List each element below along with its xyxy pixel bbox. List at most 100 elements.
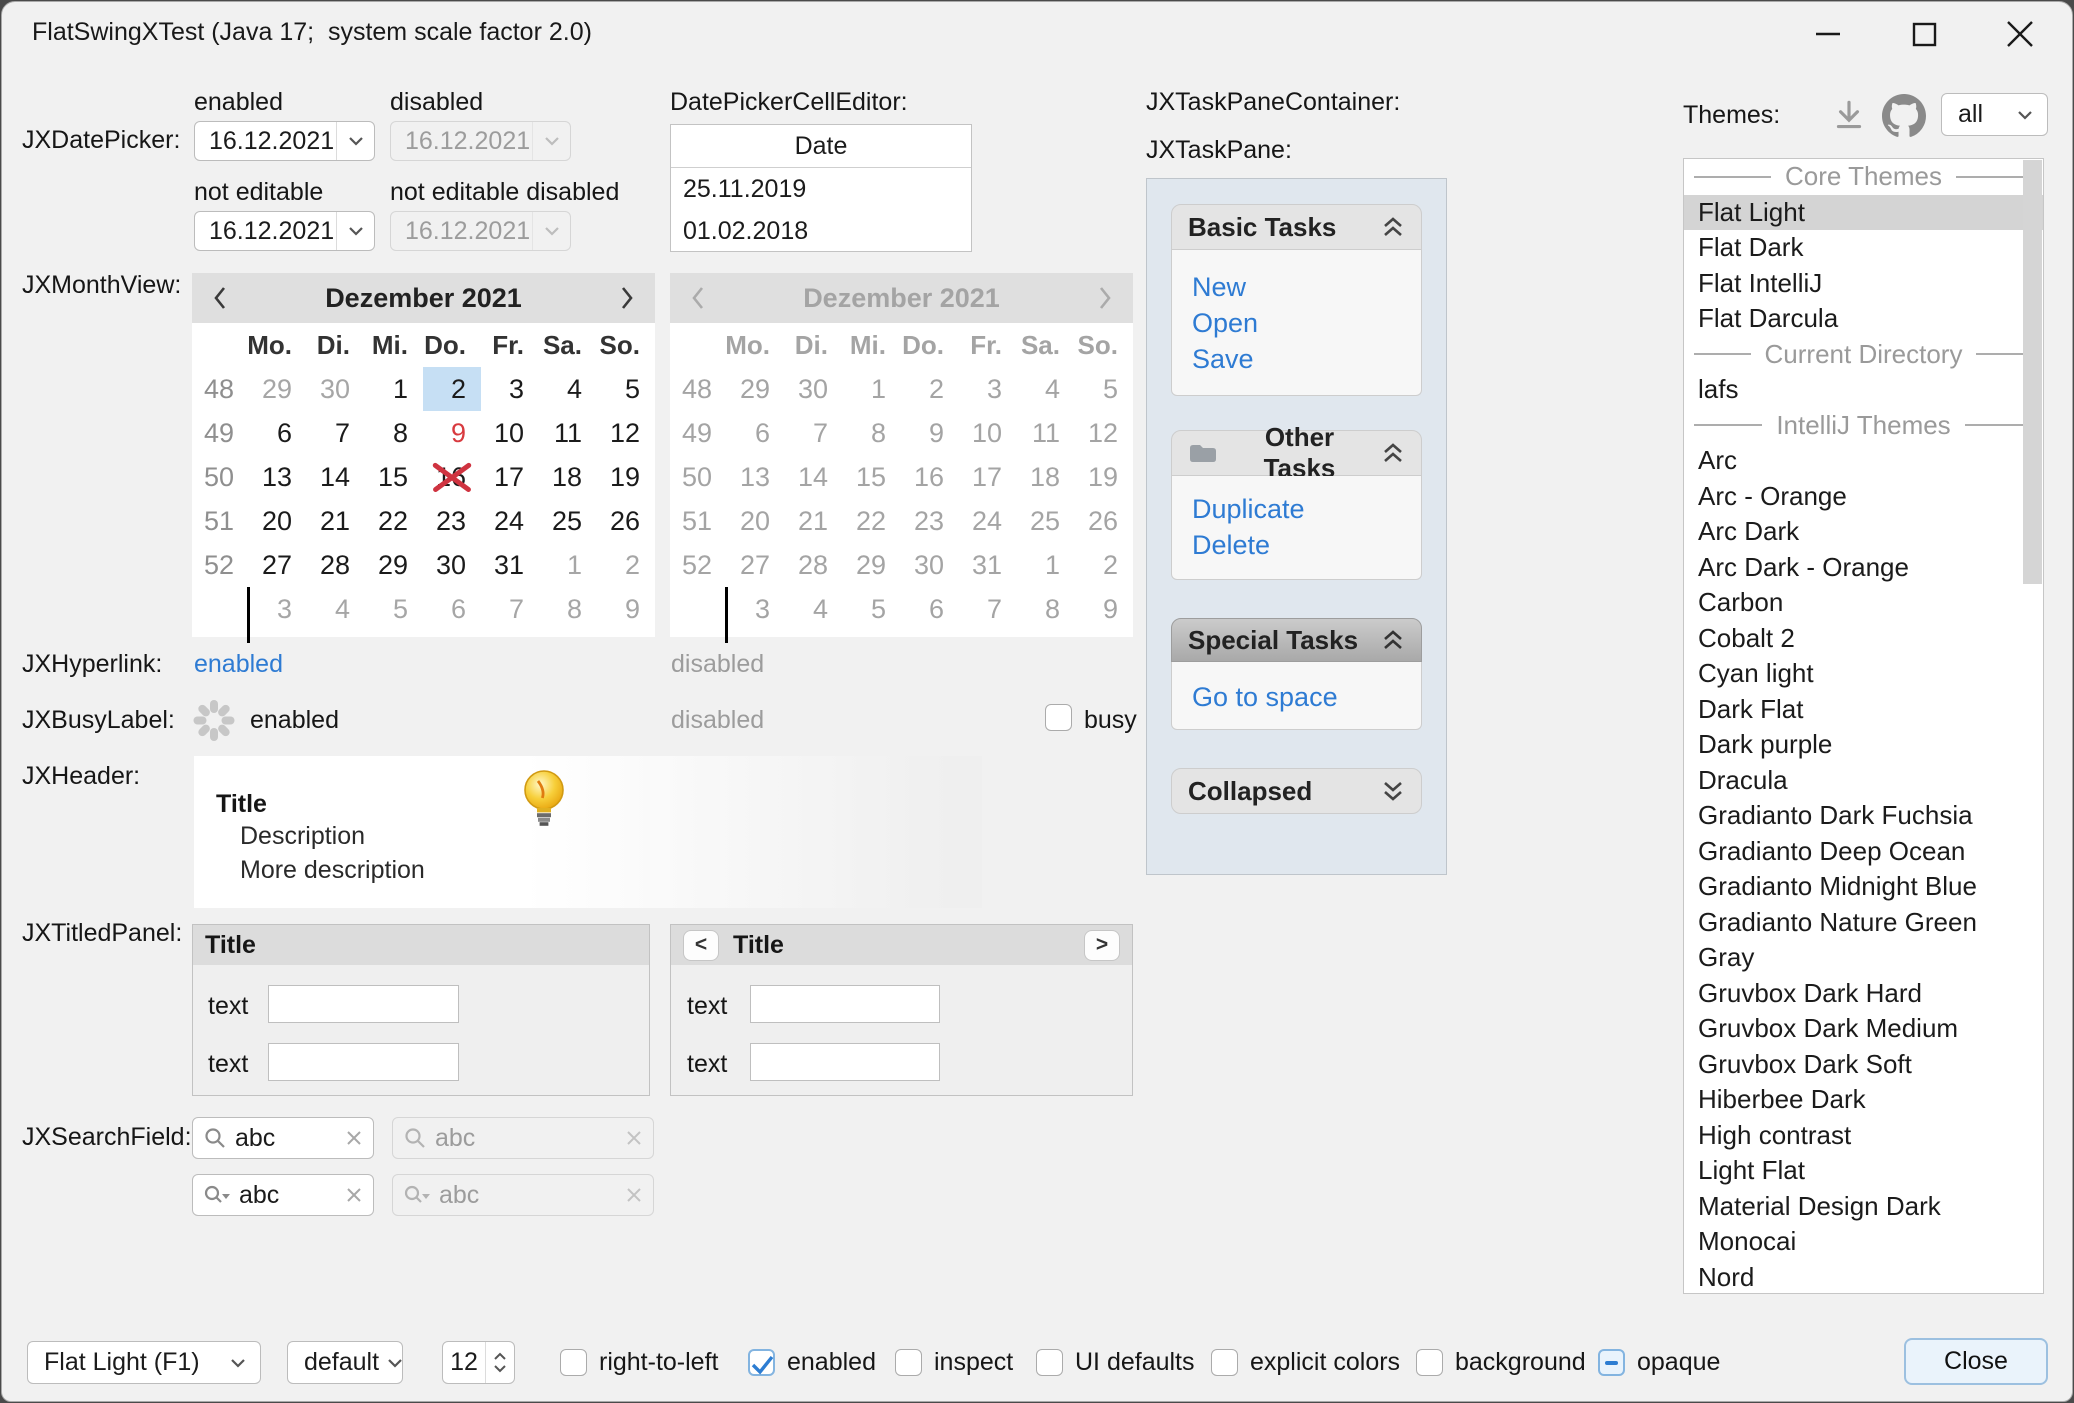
theme-list-item[interactable]: High contrast <box>1684 1118 2043 1154</box>
monthview-day-cell[interactable]: 1 <box>539 543 597 587</box>
monthview-day-cell[interactable]: 31 <box>481 543 539 587</box>
monthview-day-cell[interactable]: 2 <box>597 543 655 587</box>
theme-list-item[interactable]: Dracula <box>1684 763 2043 799</box>
taskpane-action[interactable]: New <box>1192 269 1421 305</box>
theme-list-item[interactable]: IntelliJ Themes <box>1684 408 2043 444</box>
download-themes-icon[interactable] <box>1830 97 1868 135</box>
monthview-day-cell[interactable]: 52 <box>192 543 249 587</box>
datepicker-dropdown-button[interactable] <box>336 122 374 160</box>
theme-list-item[interactable]: Gruvbox Dark Medium <box>1684 1011 2043 1047</box>
monthview-day-cell[interactable]: 30 <box>423 543 481 587</box>
monthview-day-cell[interactable]: 24 <box>481 499 539 543</box>
monthview-day-cell[interactable]: 25 <box>539 499 597 543</box>
titledpanel-next-button[interactable]: > <box>1084 930 1120 961</box>
datepicker-dropdown-button[interactable] <box>336 212 374 250</box>
monthview-day-cell[interactable] <box>192 587 249 631</box>
titledpanel-prev-button[interactable]: < <box>683 930 719 961</box>
text-input-1[interactable] <box>268 985 459 1023</box>
monthview-day-cell[interactable]: 15 <box>365 455 423 499</box>
collapse-chevron-icon[interactable] <box>1381 216 1405 238</box>
themes-scrollbar[interactable] <box>2023 160 2042 1294</box>
monthview-day-cell[interactable]: 16 <box>423 455 481 499</box>
theme-list-item[interactable]: Gruvbox Dark Soft <box>1684 1047 2043 1083</box>
monthview-day-cell[interactable]: 3 <box>249 587 307 631</box>
monthview-day-cell[interactable]: 20 <box>249 499 307 543</box>
option-checkbox[interactable]: right-to-left <box>560 1348 718 1377</box>
busy-checkbox[interactable] <box>1045 704 1072 731</box>
taskpane-action[interactable]: Save <box>1192 341 1421 377</box>
monthview-day-cell[interactable]: 49 <box>192 411 249 455</box>
monthview-day-cell[interactable]: 4 <box>539 367 597 411</box>
monthview-day-cell[interactable]: 3 <box>481 367 539 411</box>
title-bar[interactable]: FlatSwingXTest (Java 17; system scale fa… <box>2 2 2072 64</box>
collapse-chevron-icon[interactable] <box>1381 442 1405 464</box>
monthview-day-cell[interactable]: 29 <box>249 367 307 411</box>
theme-list-item[interactable]: Current Directory <box>1684 337 2043 373</box>
checkbox-box[interactable] <box>1416 1349 1443 1376</box>
option-checkbox[interactable]: inspect <box>895 1348 1013 1377</box>
prev-month-button[interactable] <box>192 273 248 323</box>
theme-list-item[interactable]: Flat Darcula <box>1684 301 2043 337</box>
monthview-day-cell[interactable]: 7 <box>481 587 539 631</box>
monthview-day-cell[interactable]: 18 <box>539 455 597 499</box>
monthview-day-cell[interactable]: 51 <box>192 499 249 543</box>
taskpane-collapsed-header[interactable]: Collapsed <box>1171 768 1422 814</box>
searchfield-enabled[interactable] <box>192 1117 374 1159</box>
theme-list-item[interactable]: Arc Dark <box>1684 514 2043 550</box>
datepicker-enabled[interactable]: 16.12.2021 <box>194 121 375 161</box>
option-checkbox[interactable]: background <box>1416 1348 1586 1377</box>
themes-filter-combo[interactable]: all <box>1941 93 2048 136</box>
datepicker-noteditable[interactable]: 16.12.2021 <box>194 211 375 251</box>
checkbox-box[interactable] <box>1036 1349 1063 1376</box>
celleditor-row[interactable]: 25.11.2019 <box>671 168 971 210</box>
scrollbar-thumb[interactable] <box>2023 160 2042 584</box>
theme-list-item[interactable]: Hiberbee Dark <box>1684 1082 2043 1118</box>
checkbox-box[interactable] <box>1598 1349 1625 1376</box>
monthview-day-cell[interactable]: 13 <box>249 455 307 499</box>
github-icon[interactable] <box>1882 94 1926 138</box>
clear-search-icon[interactable] <box>345 1186 363 1204</box>
monthview-day-cell[interactable]: 17 <box>481 455 539 499</box>
option-checkbox[interactable]: opaque <box>1598 1348 1720 1377</box>
taskpane-action[interactable]: Delete <box>1192 527 1421 563</box>
checkbox-box[interactable] <box>748 1349 775 1376</box>
collapse-chevron-icon[interactable] <box>1381 629 1405 651</box>
datepicker-value[interactable]: 16.12.2021 <box>195 127 336 156</box>
font-combo[interactable]: default <box>287 1341 403 1384</box>
monthview-day-cell[interactable]: 2 <box>423 367 481 411</box>
theme-list-item[interactable]: Flat Dark <box>1684 230 2043 266</box>
spinner-value[interactable]: 12 <box>443 1342 485 1383</box>
theme-list-item[interactable]: Arc Dark - Orange <box>1684 550 2043 586</box>
taskpane-other-header[interactable]: Other Tasks <box>1171 430 1422 476</box>
text-input-2[interactable] <box>750 1043 940 1081</box>
search-input[interactable] <box>235 1124 337 1153</box>
theme-list-item[interactable]: Flat Light <box>1684 195 2043 231</box>
monthview-day-cell[interactable]: 50 <box>192 455 249 499</box>
theme-list-item[interactable]: Light Flat <box>1684 1153 2043 1189</box>
monthview-day-cell[interactable]: 14 <box>307 455 365 499</box>
taskpane-basic-header[interactable]: Basic Tasks <box>1171 204 1422 250</box>
monthview-day-cell[interactable]: 5 <box>365 587 423 631</box>
taskpane-action[interactable]: Duplicate <box>1192 491 1421 527</box>
search-input[interactable] <box>239 1181 337 1210</box>
checkbox-box[interactable] <box>1211 1349 1238 1376</box>
search-dropdown-icon[interactable] <box>203 1183 231 1207</box>
theme-list-item[interactable]: Cyan light <box>1684 656 2043 692</box>
maximize-button[interactable] <box>1902 12 1946 56</box>
checkbox-box[interactable] <box>895 1349 922 1376</box>
theme-list-item[interactable]: Gruvbox Dark Hard <box>1684 976 2043 1012</box>
theme-list-item[interactable]: Arc <box>1684 443 2043 479</box>
celleditor-column-header[interactable]: Date <box>671 125 971 168</box>
searchfield-dropdown-enabled[interactable] <box>192 1174 374 1216</box>
theme-list-item[interactable]: Gradianto Nature Green <box>1684 905 2043 941</box>
theme-list-item[interactable]: Cobalt 2 <box>1684 621 2043 657</box>
monthview-day-cell[interactable]: 8 <box>539 587 597 631</box>
taskpane-action[interactable]: Go to space <box>1192 679 1421 715</box>
monthview-day-cell[interactable]: 23 <box>423 499 481 543</box>
minimize-button[interactable] <box>1806 12 1850 56</box>
monthview-day-cell[interactable]: 27 <box>249 543 307 587</box>
option-checkbox[interactable]: enabled <box>748 1348 876 1377</box>
monthview-day-cell[interactable]: 6 <box>423 587 481 631</box>
theme-list-item[interactable]: Carbon <box>1684 585 2043 621</box>
text-input-2[interactable] <box>268 1043 459 1081</box>
